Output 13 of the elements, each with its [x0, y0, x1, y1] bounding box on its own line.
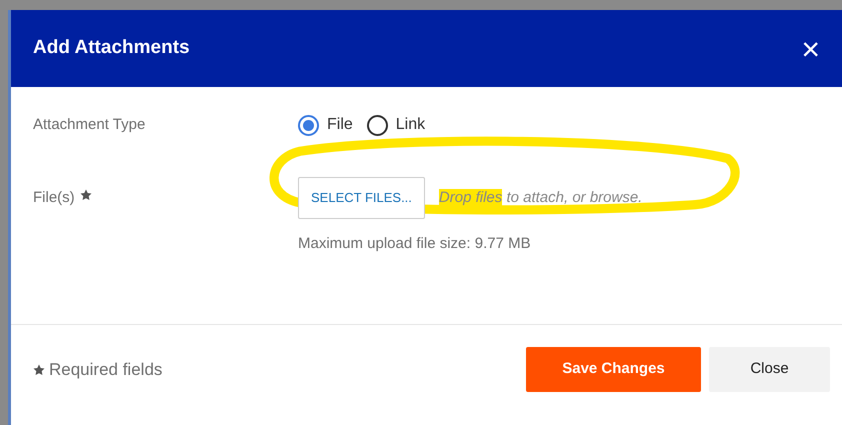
field-label: File(s)	[33, 188, 75, 208]
radio-label[interactable]: File	[327, 113, 353, 137]
select-files-button[interactable]: SELECT FILES...	[298, 177, 425, 218]
upload-size-note: Maximum upload file size: 9.77 MB	[298, 234, 532, 254]
radio-label[interactable]: Link	[396, 113, 426, 137]
dialog-title: Add Attachments	[33, 36, 190, 60]
drop-hint: Drop files to attach, or browse.	[438, 188, 642, 208]
required-fields-note: Required fields	[49, 358, 162, 381]
radio-button[interactable]	[298, 114, 319, 136]
field-label: Attachment Type	[33, 114, 146, 135]
close-button[interactable]: Close	[709, 347, 830, 392]
star-icon	[33, 364, 45, 376]
radio-button[interactable]	[366, 114, 388, 136]
